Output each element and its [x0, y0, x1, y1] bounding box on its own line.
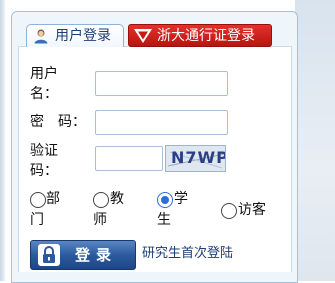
role-label-student-2: 生 [157, 212, 171, 228]
first-login-link[interactable]: 研究生首次登陆 [142, 245, 233, 263]
login-button[interactable]: 登录 [30, 240, 136, 270]
captcha-label-line2: 码： [30, 163, 58, 179]
role-label-dept-2: 门 [30, 212, 44, 228]
login-button-label: 登录 [75, 246, 118, 264]
captcha-image[interactable]: N7WP [165, 145, 226, 172]
role-radio-student[interactable] [157, 192, 173, 208]
username-input[interactable] [95, 71, 228, 96]
role-label-teacher-2: 师 [93, 212, 107, 228]
role-label-teacher-1: 教 [110, 191, 124, 207]
username-label-line1: 用户 [30, 66, 58, 82]
user-icon [34, 29, 48, 44]
password-input[interactable] [95, 110, 228, 135]
captcha-label-line1: 验证 [30, 143, 58, 159]
role-radio-visitor[interactable] [221, 203, 237, 219]
left-edge-strip [0, 0, 5, 281]
tab-zju-pass-login[interactable]: 浙大通行证登录 [128, 24, 272, 47]
role-radio-teacher[interactable] [93, 192, 109, 208]
lock-icon [38, 244, 60, 266]
captcha-text: N7WP [171, 148, 226, 167]
zju-logo-icon [134, 29, 152, 43]
tab-zju-pass-login-label: 浙大通行证登录 [157, 28, 255, 44]
role-label-student-1: 学 [174, 191, 188, 207]
role-radio-dept[interactable] [30, 192, 46, 208]
captcha-input[interactable] [95, 146, 163, 171]
role-label-visitor: 访客 [238, 202, 266, 218]
tab-user-login-label: 用户登录 [55, 28, 111, 44]
username-label-line2: 名： [30, 86, 58, 102]
password-label: 密 码： [30, 114, 86, 130]
role-label-dept-1: 部 [46, 191, 60, 207]
page-background-right [295, 0, 335, 281]
tab-user-login[interactable]: 用户登录 [26, 24, 124, 47]
